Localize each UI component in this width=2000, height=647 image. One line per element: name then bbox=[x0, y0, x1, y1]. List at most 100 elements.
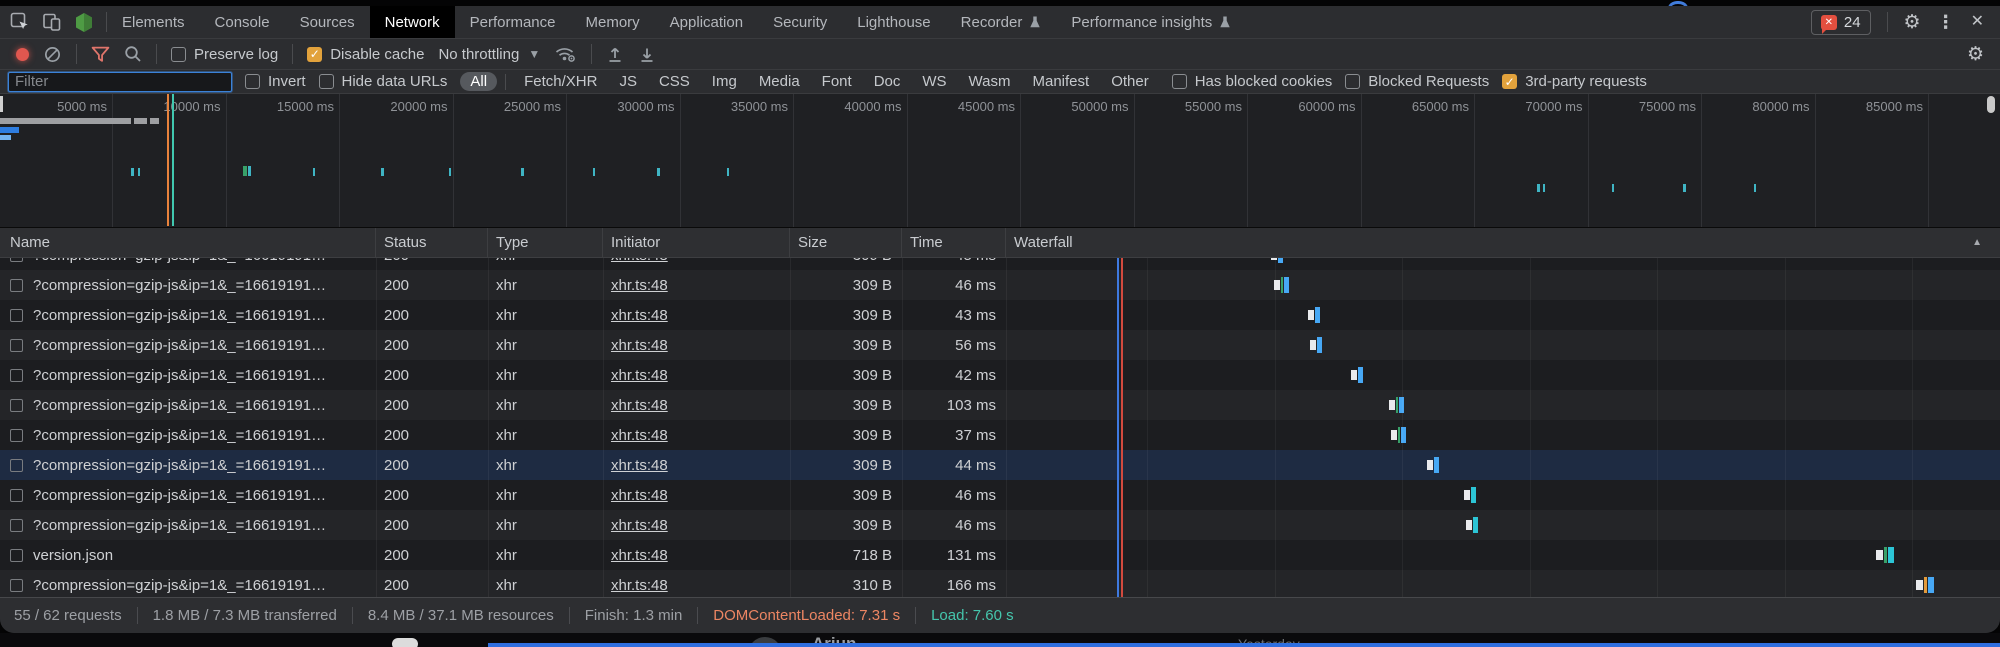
tab-network[interactable]: Network bbox=[370, 6, 455, 38]
overview-drag-handle[interactable] bbox=[0, 96, 3, 112]
row-checkbox[interactable] bbox=[10, 399, 23, 412]
row-checkbox[interactable] bbox=[10, 579, 23, 592]
checkbox-unchecked[interactable] bbox=[1172, 74, 1187, 89]
row-checkbox[interactable] bbox=[10, 369, 23, 382]
initiator-link[interactable]: xhr.ts:48 bbox=[611, 547, 668, 564]
filter-chip-css[interactable]: CSS bbox=[649, 72, 700, 91]
column-header-waterfall[interactable]: Waterfall▲ bbox=[1006, 228, 2000, 257]
tab-console[interactable]: Console bbox=[200, 6, 285, 38]
tab-application[interactable]: Application bbox=[655, 6, 758, 38]
checkbox-unchecked[interactable] bbox=[171, 47, 186, 62]
network-overview-timeline[interactable]: 5000 ms10000 ms15000 ms20000 ms25000 ms3… bbox=[0, 94, 2000, 228]
tab-memory[interactable]: Memory bbox=[571, 6, 655, 38]
initiator-link[interactable]: xhr.ts:48 bbox=[611, 258, 668, 264]
tab-sources[interactable]: Sources bbox=[285, 6, 370, 38]
table-row[interactable]: ?compression=gzip-js&ip=1&_=16619191…200… bbox=[0, 300, 2000, 330]
row-checkbox[interactable] bbox=[10, 549, 23, 562]
row-checkbox[interactable] bbox=[10, 258, 23, 262]
inspect-element-icon[interactable] bbox=[10, 12, 30, 32]
filter-chip-wasm[interactable]: Wasm bbox=[959, 72, 1021, 91]
tab-performance-insights[interactable]: Performance insights bbox=[1056, 6, 1246, 38]
initiator-link[interactable]: xhr.ts:48 bbox=[611, 337, 668, 354]
has-blocked-cookies-checkbox[interactable]: Has blocked cookies bbox=[1172, 73, 1333, 90]
device-toolbar-icon[interactable] bbox=[42, 12, 62, 32]
table-row[interactable]: ?compression=gzip-js&ip=1&_=16619191…200… bbox=[0, 258, 2000, 270]
record-button[interactable] bbox=[16, 48, 29, 61]
third-party-requests-checkbox[interactable]: 3rd-party requests bbox=[1502, 73, 1647, 90]
initiator-link[interactable]: xhr.ts:48 bbox=[611, 277, 668, 294]
error-badge[interactable]: ✕ 24 bbox=[1811, 10, 1871, 35]
search-icon[interactable] bbox=[124, 45, 142, 63]
import-har-icon[interactable] bbox=[606, 45, 624, 64]
table-row[interactable]: ?compression=gzip-js&ip=1&_=16619191…200… bbox=[0, 570, 2000, 597]
filter-chip-manifest[interactable]: Manifest bbox=[1023, 72, 1100, 91]
row-checkbox[interactable] bbox=[10, 429, 23, 442]
row-checkbox[interactable] bbox=[10, 519, 23, 532]
initiator-link[interactable]: xhr.ts:48 bbox=[611, 517, 668, 534]
row-checkbox[interactable] bbox=[10, 309, 23, 322]
column-header-status[interactable]: Status bbox=[376, 228, 488, 257]
row-checkbox[interactable] bbox=[10, 459, 23, 472]
initiator-link[interactable]: xhr.ts:48 bbox=[611, 397, 668, 414]
row-checkbox[interactable] bbox=[10, 489, 23, 502]
tab-recorder[interactable]: Recorder bbox=[946, 6, 1057, 38]
throttling-select[interactable]: No throttling ▼ bbox=[438, 46, 540, 63]
initiator-link[interactable]: xhr.ts:48 bbox=[611, 427, 668, 444]
preserve-log-checkbox[interactable]: Preserve log bbox=[171, 46, 278, 63]
tab-lighthouse[interactable]: Lighthouse bbox=[842, 6, 945, 38]
filter-chip-js[interactable]: JS bbox=[609, 72, 647, 91]
initiator-link[interactable]: xhr.ts:48 bbox=[611, 367, 668, 384]
table-row[interactable]: ?compression=gzip-js&ip=1&_=16619191…200… bbox=[0, 330, 2000, 360]
checkbox-unchecked[interactable] bbox=[245, 74, 260, 89]
table-row[interactable]: ?compression=gzip-js&ip=1&_=16619191…200… bbox=[0, 270, 2000, 300]
tab-elements[interactable]: Elements bbox=[107, 6, 200, 38]
column-header-initiator[interactable]: Initiator bbox=[603, 228, 790, 257]
filter-toggle-icon[interactable] bbox=[91, 46, 110, 63]
filter-input[interactable] bbox=[8, 72, 232, 92]
filter-chip-font[interactable]: Font bbox=[812, 72, 862, 91]
sort-ascending-icon[interactable]: ▲ bbox=[1972, 237, 1982, 248]
overview-scroll-thumb[interactable] bbox=[1987, 96, 1995, 113]
column-header-time[interactable]: Time bbox=[902, 228, 1006, 257]
filter-chip-fetch-xhr[interactable]: Fetch/XHR bbox=[514, 72, 607, 91]
filter-chip-ws[interactable]: WS bbox=[912, 72, 956, 91]
row-checkbox[interactable] bbox=[10, 279, 23, 292]
column-header-size[interactable]: Size bbox=[790, 228, 902, 257]
checkbox-unchecked[interactable] bbox=[1345, 74, 1360, 89]
filter-chip-other[interactable]: Other bbox=[1101, 72, 1159, 91]
network-conditions-icon[interactable] bbox=[554, 45, 577, 63]
filter-chip-media[interactable]: Media bbox=[749, 72, 810, 91]
initiator-link[interactable]: xhr.ts:48 bbox=[611, 307, 668, 324]
invert-checkbox[interactable]: Invert bbox=[245, 73, 306, 90]
column-header-type[interactable]: Type bbox=[488, 228, 603, 257]
tab-performance[interactable]: Performance bbox=[455, 6, 571, 38]
checkbox-unchecked[interactable] bbox=[319, 74, 334, 89]
clear-button[interactable] bbox=[43, 45, 62, 64]
table-row[interactable]: ?compression=gzip-js&ip=1&_=16619191…200… bbox=[0, 510, 2000, 540]
kebab-menu-icon[interactable]: ⋮ bbox=[1937, 13, 1955, 31]
table-row[interactable]: ?compression=gzip-js&ip=1&_=16619191…200… bbox=[0, 420, 2000, 450]
filter-chip-all[interactable]: All bbox=[460, 72, 497, 91]
network-settings-gear-icon[interactable]: ⚙ bbox=[1967, 45, 1984, 64]
table-row[interactable]: ?compression=gzip-js&ip=1&_=16619191…200… bbox=[0, 360, 2000, 390]
checkbox-checked[interactable] bbox=[1502, 74, 1517, 89]
filter-chip-img[interactable]: Img bbox=[702, 72, 747, 91]
checkbox-checked[interactable] bbox=[307, 47, 322, 62]
table-row[interactable]: version.json200xhrxhr.ts:48718 B131 ms bbox=[0, 540, 2000, 570]
export-har-icon[interactable] bbox=[638, 45, 656, 64]
table-row[interactable]: ?compression=gzip-js&ip=1&_=16619191…200… bbox=[0, 450, 2000, 480]
filter-chip-doc[interactable]: Doc bbox=[864, 72, 911, 91]
disable-cache-checkbox[interactable]: Disable cache bbox=[307, 46, 424, 63]
settings-gear-icon[interactable]: ⚙ bbox=[1904, 13, 1921, 32]
initiator-link[interactable]: xhr.ts:48 bbox=[611, 577, 668, 594]
tab-security[interactable]: Security bbox=[758, 6, 842, 38]
blocked-requests-checkbox[interactable]: Blocked Requests bbox=[1345, 73, 1489, 90]
initiator-link[interactable]: xhr.ts:48 bbox=[611, 457, 668, 474]
hide-data-urls-checkbox[interactable]: Hide data URLs bbox=[319, 73, 448, 90]
table-row[interactable]: ?compression=gzip-js&ip=1&_=16619191…200… bbox=[0, 480, 2000, 510]
node-icon[interactable] bbox=[74, 12, 94, 33]
close-icon[interactable]: ✕ bbox=[1971, 14, 1984, 30]
column-header-name[interactable]: Name bbox=[0, 228, 376, 257]
table-row[interactable]: ?compression=gzip-js&ip=1&_=16619191…200… bbox=[0, 390, 2000, 420]
row-checkbox[interactable] bbox=[10, 339, 23, 352]
